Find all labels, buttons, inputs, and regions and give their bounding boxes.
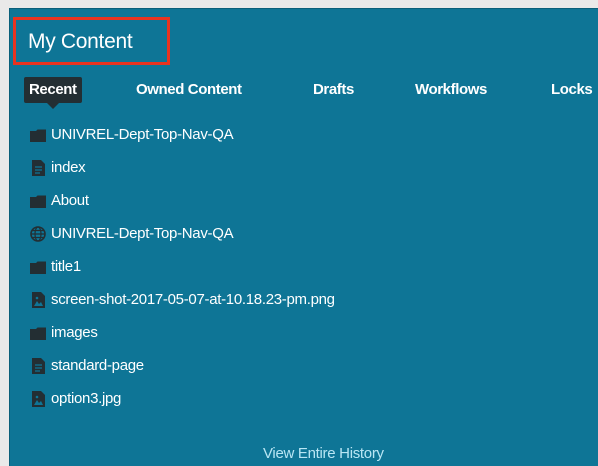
- recent-content-list: UNIVREL-Dept-Top-Nav-QA index About UNIV…: [30, 125, 335, 422]
- list-item-label: UNIVREL-Dept-Top-Nav-QA: [51, 225, 234, 242]
- list-item[interactable]: standard-page: [30, 356, 335, 389]
- list-item-label: index: [51, 159, 86, 176]
- globe-icon: [30, 226, 46, 242]
- page-icon: [30, 358, 46, 374]
- list-item[interactable]: title1: [30, 257, 335, 290]
- my-content-panel: My Content Recent Owned Content Drafts W…: [9, 8, 598, 466]
- tab-workflows[interactable]: Workflows: [415, 77, 487, 103]
- folder-icon: [30, 259, 46, 275]
- list-item-label: option3.jpg: [51, 390, 122, 407]
- list-item[interactable]: option3.jpg: [30, 389, 335, 422]
- list-item-label: About: [51, 192, 89, 209]
- folder-icon: [30, 193, 46, 209]
- content-tabs: Recent Owned Content Drafts Workflows Lo…: [10, 77, 598, 109]
- panel-title: My Content: [28, 30, 133, 53]
- folder-icon: [30, 325, 46, 341]
- list-item[interactable]: index: [30, 158, 335, 191]
- list-item[interactable]: UNIVREL-Dept-Top-Nav-QA: [30, 125, 335, 158]
- list-item[interactable]: About: [30, 191, 335, 224]
- list-item[interactable]: images: [30, 323, 335, 356]
- folder-icon: [30, 127, 46, 143]
- view-entire-history-link[interactable]: View Entire History: [263, 445, 384, 462]
- tab-owned-content[interactable]: Owned Content: [136, 77, 242, 103]
- tab-locks[interactable]: Locks: [551, 77, 593, 103]
- list-item-label: UNIVREL-Dept-Top-Nav-QA: [51, 126, 234, 143]
- tab-recent[interactable]: Recent: [24, 77, 82, 109]
- image-file-icon: [30, 292, 46, 308]
- tab-drafts[interactable]: Drafts: [313, 77, 354, 103]
- list-item-label: images: [51, 324, 98, 341]
- list-item-label: screen-shot-2017-05-07-at-10.18.23-pm.pn…: [51, 291, 335, 308]
- list-item[interactable]: UNIVREL-Dept-Top-Nav-QA: [30, 224, 335, 257]
- image-file-icon: [30, 391, 46, 407]
- list-item-label: title1: [51, 258, 81, 275]
- page-icon: [30, 160, 46, 176]
- list-item[interactable]: screen-shot-2017-05-07-at-10.18.23-pm.pn…: [30, 290, 335, 323]
- list-item-label: standard-page: [51, 357, 144, 374]
